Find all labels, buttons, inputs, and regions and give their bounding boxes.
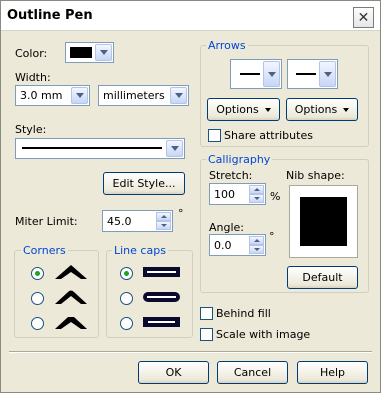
title-bar: Outline Pen ✕ [1, 1, 380, 31]
chevron-down-icon[interactable] [166, 140, 183, 157]
stretch-label: Stretch: [209, 169, 253, 182]
menu-arrow-icon [264, 108, 271, 112]
window-title: Outline Pen [7, 8, 93, 23]
nib-shape [300, 197, 347, 246]
share-attributes-label: Share attributes [224, 129, 313, 142]
ok-button[interactable]: OK [138, 361, 209, 384]
behind-fill-checkbox[interactable] [200, 307, 213, 320]
scale-with-image-label: Scale with image [216, 328, 311, 341]
corners-title: Corners [21, 244, 68, 257]
arrow-options-left-button[interactable]: Options [207, 98, 280, 121]
scale-with-image-checkbox[interactable] [200, 328, 213, 341]
stretch-spinner[interactable]: 100 [209, 183, 266, 205]
square-cap-icon [143, 317, 180, 327]
corner-bevel-radio[interactable] [31, 317, 44, 330]
color-label: Color: [15, 47, 48, 60]
arrows-title: Arrows [206, 39, 248, 52]
angle-unit: ° [269, 230, 275, 243]
options-right-label: Options [294, 103, 338, 116]
close-button[interactable]: ✕ [353, 7, 374, 28]
width-label: Width: [15, 71, 51, 84]
spin-down-icon[interactable] [249, 245, 264, 254]
default-button[interactable]: Default [287, 266, 358, 289]
angle-label: Angle: [209, 221, 245, 234]
edit-style-button[interactable]: Edit Style... [103, 172, 185, 195]
cap-butt-radio[interactable] [120, 267, 133, 280]
stretch-unit: % [270, 190, 281, 203]
nib-shape-preview[interactable] [289, 185, 358, 258]
width-value: 3.0 mm [20, 89, 63, 102]
help-button[interactable]: Help [297, 361, 368, 384]
stretch-value: 100 [214, 188, 235, 201]
chevron-down-icon[interactable] [95, 44, 112, 61]
share-attributes-checkbox[interactable] [208, 129, 221, 142]
end-arrow-preview [296, 73, 316, 75]
behind-fill-label: Behind fill [216, 307, 271, 320]
spin-up-icon[interactable] [156, 212, 171, 221]
miter-unit: ° [178, 207, 184, 220]
arrow-options-right-button[interactable]: Options [286, 98, 358, 121]
chevron-down-icon[interactable] [263, 61, 280, 87]
cancel-button[interactable]: Cancel [217, 361, 288, 384]
miter-limit-value: 45.0 [107, 215, 132, 228]
angle-spinner[interactable]: 0.0 [209, 234, 266, 256]
spin-down-icon[interactable] [249, 194, 264, 203]
angle-value: 0.0 [214, 239, 232, 252]
line-caps-title: Line caps [112, 244, 168, 257]
chevron-down-icon[interactable] [71, 87, 88, 104]
calligraphy-title: Calligraphy [206, 153, 273, 166]
start-arrow-preview [240, 73, 260, 75]
options-left-label: Options [216, 103, 259, 116]
footer-separator [9, 351, 372, 353]
corner-round-radio[interactable] [31, 292, 44, 305]
close-icon: ✕ [357, 9, 370, 26]
round-cap-icon [143, 292, 180, 302]
width-select[interactable]: 3.0 mm [15, 85, 90, 106]
color-swatch [70, 47, 92, 58]
style-select[interactable] [15, 138, 185, 159]
round-corner-icon [55, 290, 87, 304]
spin-up-icon[interactable] [249, 185, 264, 194]
style-label: Style: [15, 123, 47, 136]
line-style-preview [22, 147, 162, 149]
width-unit-value: millimeters [103, 89, 165, 102]
outline-pen-dialog: Outline Pen ✕ Color: Width: 3.0 mm milli… [0, 0, 381, 393]
miter-limit-spinner[interactable]: 45.0 [102, 210, 173, 232]
end-arrow-select[interactable] [287, 59, 338, 89]
spin-up-icon[interactable] [249, 236, 264, 245]
color-picker[interactable] [65, 42, 114, 63]
width-unit-select[interactable]: millimeters [98, 85, 189, 106]
chevron-down-icon[interactable] [319, 61, 336, 87]
menu-arrow-icon [343, 108, 350, 112]
corner-miter-radio[interactable] [31, 267, 44, 280]
cap-square-radio[interactable] [120, 317, 133, 330]
spin-down-icon[interactable] [156, 221, 171, 230]
chevron-down-icon[interactable] [170, 87, 187, 104]
miter-corner-icon [55, 265, 87, 279]
miter-limit-label: Miter Limit: [15, 215, 78, 228]
start-arrow-select[interactable] [230, 59, 282, 89]
butt-cap-icon [143, 267, 180, 277]
nib-shape-label: Nib shape: [286, 169, 345, 182]
bevel-corner-icon [55, 317, 87, 329]
cap-round-radio[interactable] [120, 292, 133, 305]
